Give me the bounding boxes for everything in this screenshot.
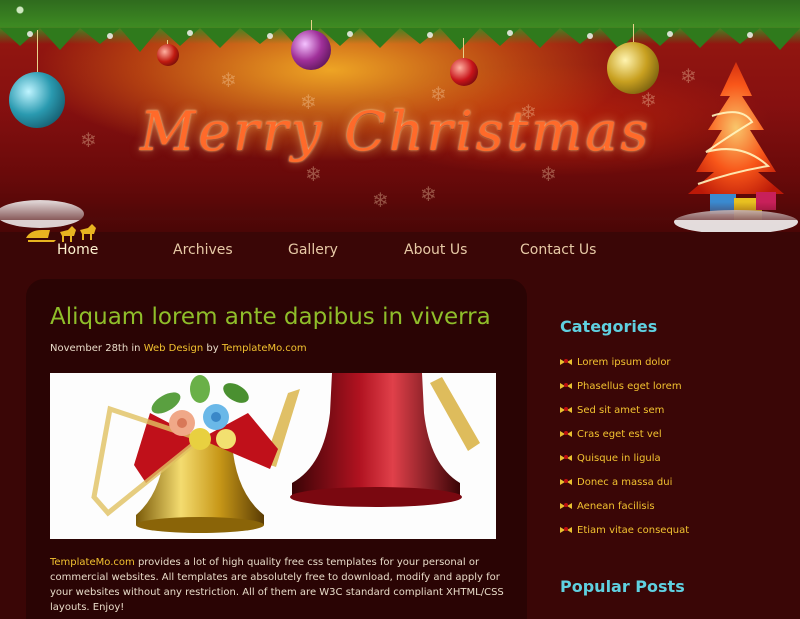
christmas-bells-illustration <box>91 373 480 533</box>
ornament-string <box>463 38 464 60</box>
category-label[interactable]: Quisque in ligula <box>577 453 661 464</box>
category-label[interactable]: Lorem ipsum dolor <box>577 357 671 368</box>
category-item[interactable]: Cras eget est vel <box>560 422 689 446</box>
category-item[interactable]: Etiam vitae consequat <box>560 518 689 542</box>
nav-item-about-us[interactable]: About Us <box>404 242 467 258</box>
ornament-purple-icon <box>291 30 331 70</box>
header-banner: ❄ ❄ ❄ ❄ ❄ ❄ ❄ ❄ ❄ ❄ ❄ Merry Chris <box>0 0 800 232</box>
ornament-teal-icon <box>9 72 65 128</box>
post-meta: November 28th in Web Design by TemplateM… <box>50 343 307 354</box>
category-item[interactable]: Donec a massa dui <box>560 470 689 494</box>
category-item[interactable]: Aenean facilisis <box>560 494 689 518</box>
holly-bullet-icon <box>560 431 572 437</box>
ornament-string <box>37 30 38 74</box>
ornament-red-icon <box>450 58 478 86</box>
category-item[interactable]: Phasellus eget lorem <box>560 374 689 398</box>
post-title[interactable]: Aliquam lorem ante dapibus in viverra <box>50 304 491 330</box>
post-image-christmas-bells <box>50 373 496 539</box>
holly-bullet-icon <box>560 527 572 533</box>
header-bottom-fade <box>0 190 800 220</box>
nav-item-gallery[interactable]: Gallery <box>288 242 338 258</box>
category-label[interactable]: Cras eget est vel <box>577 429 662 440</box>
holly-bullet-icon <box>560 503 572 509</box>
nav-item-archives[interactable]: Archives <box>173 242 233 258</box>
categories-title: Categories <box>560 317 658 336</box>
category-item[interactable]: Sed sit amet sem <box>560 398 689 422</box>
ornament-gold-icon <box>607 42 659 94</box>
holly-bullet-icon <box>560 383 572 389</box>
category-label[interactable]: Etiam vitae consequat <box>577 525 689 536</box>
category-item[interactable]: Quisque in ligula <box>560 446 689 470</box>
header-title: Merry Christmas <box>140 100 652 163</box>
popular-posts-title: Popular Posts <box>560 577 685 596</box>
holly-bullet-icon <box>560 479 572 485</box>
post-meta-in: in <box>131 343 141 354</box>
category-label[interactable]: Phasellus eget lorem <box>577 381 682 392</box>
snowflake-icon: ❄ <box>220 68 237 92</box>
post-author-link[interactable]: TemplateMo.com <box>222 343 307 354</box>
holly-bullet-icon <box>560 455 572 461</box>
post-date: November 28th <box>50 343 129 354</box>
main-content: Aliquam lorem ante dapibus in viverra No… <box>26 279 527 619</box>
nav-item-contact-us[interactable]: Contact Us <box>520 242 596 258</box>
post-body: TemplateMo.com provides a lot of high qu… <box>50 555 510 615</box>
post-category-link[interactable]: Web Design <box>144 343 204 354</box>
garland-fringe <box>0 28 800 52</box>
snowflake-icon: ❄ <box>540 162 557 186</box>
body-templatemo-link[interactable]: TemplateMo.com <box>50 557 135 568</box>
category-label[interactable]: Donec a massa dui <box>577 477 672 488</box>
ornament-string <box>633 24 634 44</box>
snowflake-icon: ❄ <box>80 128 97 152</box>
categories-list: Lorem ipsum dolor Phasellus eget lorem S… <box>560 350 689 542</box>
category-label[interactable]: Sed sit amet sem <box>577 405 664 416</box>
post-meta-by: by <box>206 343 219 354</box>
sidebar: Categories Lorem ipsum dolor Phasellus e… <box>560 300 780 600</box>
holly-bullet-icon <box>560 359 572 365</box>
category-label[interactable]: Aenean facilisis <box>577 501 655 512</box>
nav-item-home[interactable]: Home <box>57 242 98 258</box>
ornament-red-small-icon <box>157 44 179 66</box>
category-item[interactable]: Lorem ipsum dolor <box>560 350 689 374</box>
snowflake-icon: ❄ <box>305 162 322 186</box>
main-nav: Home Archives Gallery About Us Contact U… <box>0 232 800 274</box>
holly-bullet-icon <box>560 407 572 413</box>
